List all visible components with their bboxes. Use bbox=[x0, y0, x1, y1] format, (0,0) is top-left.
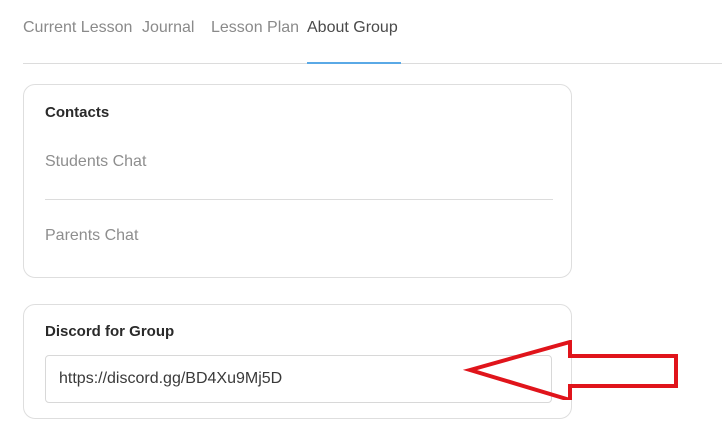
red-arrow-left-icon bbox=[462, 340, 678, 400]
tab-current-lesson[interactable]: Current Lesson bbox=[23, 19, 132, 37]
tab-bar: Current Lesson Journal Lesson Plan About… bbox=[23, 0, 722, 64]
active-tab-indicator bbox=[307, 62, 401, 64]
discord-title: Discord for Group bbox=[45, 323, 175, 340]
contacts-title: Contacts bbox=[45, 104, 110, 121]
tab-about-group[interactable]: About Group bbox=[307, 19, 398, 37]
contacts-card: Contacts Students Chat Parents Chat bbox=[23, 84, 572, 278]
contacts-divider bbox=[45, 199, 553, 200]
parents-chat-link[interactable]: Parents Chat bbox=[45, 227, 138, 245]
students-chat-link[interactable]: Students Chat bbox=[45, 153, 146, 171]
tab-lesson-plan[interactable]: Lesson Plan bbox=[211, 19, 299, 37]
about-group-page: Current Lesson Journal Lesson Plan About… bbox=[0, 0, 722, 437]
tab-journal[interactable]: Journal bbox=[142, 19, 194, 37]
